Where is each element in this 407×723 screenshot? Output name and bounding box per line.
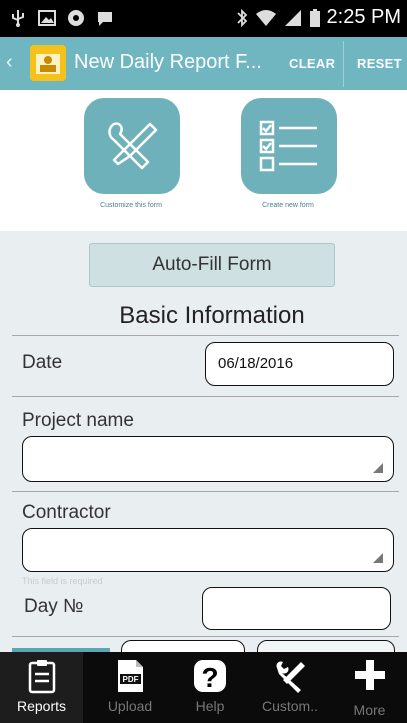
action-bar: ‹ New Daily Report F... CLEAR RESET	[0, 37, 407, 90]
tools-icon	[276, 661, 305, 693]
day-number-label: Day №	[24, 596, 84, 617]
bottom-navigation: Reports PDF Upload ? Help Custom.. More	[0, 652, 407, 723]
at-sign-icon	[68, 10, 84, 26]
create-form-caption: Create new form	[262, 202, 314, 209]
divider	[12, 396, 399, 397]
wrench-screwdriver-icon	[108, 122, 158, 170]
nav-customize[interactable]: Custom..	[250, 652, 330, 723]
plus-icon	[354, 660, 385, 690]
resize-grip-icon[interactable]	[373, 463, 383, 473]
svg-text:?: ?	[201, 662, 218, 693]
divider	[12, 491, 399, 492]
nav-label: Help	[195, 698, 225, 714]
nav-label: Custom..	[261, 698, 318, 714]
back-chevron-icon[interactable]: ‹	[6, 51, 13, 74]
clear-button[interactable]: CLEAR	[289, 56, 335, 71]
section-title: Basic Information	[119, 302, 305, 329]
nav-help[interactable]: ? Help	[170, 652, 250, 723]
contractor-field[interactable]	[22, 528, 394, 572]
resize-grip-icon[interactable]	[373, 553, 383, 563]
status-time: 2:25 PM	[326, 6, 401, 28]
contractor-label: Contractor	[22, 502, 111, 523]
customize-form-tile[interactable]	[84, 98, 180, 194]
nav-label: More	[353, 702, 386, 718]
chat-icon	[98, 12, 112, 26]
battery-icon	[309, 8, 320, 27]
reset-button[interactable]: RESET	[357, 56, 402, 71]
nav-upload[interactable]: PDF Upload	[90, 652, 170, 723]
report-logo-icon	[30, 45, 66, 81]
system-icons: 2:25 PM	[235, 6, 401, 29]
day-number-field[interactable]	[202, 587, 391, 630]
action-bar-divider	[343, 41, 344, 87]
pdf-icon: PDF	[118, 660, 143, 692]
svg-text:PDF: PDF	[123, 675, 139, 684]
nav-label: Upload	[107, 698, 153, 714]
nav-more[interactable]: More	[332, 652, 407, 723]
create-form-tile[interactable]	[241, 98, 337, 194]
signal-icon	[284, 9, 301, 26]
form-tools-panel: Customize this form Create new form	[0, 90, 407, 231]
divider	[12, 636, 399, 637]
date-label: Date	[22, 352, 63, 373]
project-name-field[interactable]	[22, 436, 394, 482]
status-bar: 2:25 PM	[0, 0, 407, 37]
customize-form-caption: Customize this form	[100, 202, 162, 209]
divider	[12, 335, 399, 336]
wifi-icon	[255, 9, 276, 26]
auto-fill-button[interactable]: Auto-Fill Form	[89, 243, 335, 287]
nav-label: Reports	[16, 698, 67, 714]
page-title: New Daily Report F...	[74, 51, 262, 73]
date-value: 06/18/2016	[218, 355, 294, 372]
required-hint: This field is required	[22, 576, 103, 586]
usb-icon	[12, 10, 24, 27]
project-name-label: Project name	[22, 410, 134, 431]
notification-icons	[8, 8, 115, 28]
nav-reports[interactable]: Reports	[0, 652, 83, 723]
date-field[interactable]: 06/18/2016	[205, 342, 394, 386]
checklist-icon	[259, 120, 317, 172]
help-icon: ?	[194, 660, 226, 693]
image-icon	[38, 10, 56, 26]
app-logo[interactable]	[30, 45, 66, 81]
clipboard-icon	[28, 660, 55, 694]
bluetooth-icon	[236, 8, 247, 27]
